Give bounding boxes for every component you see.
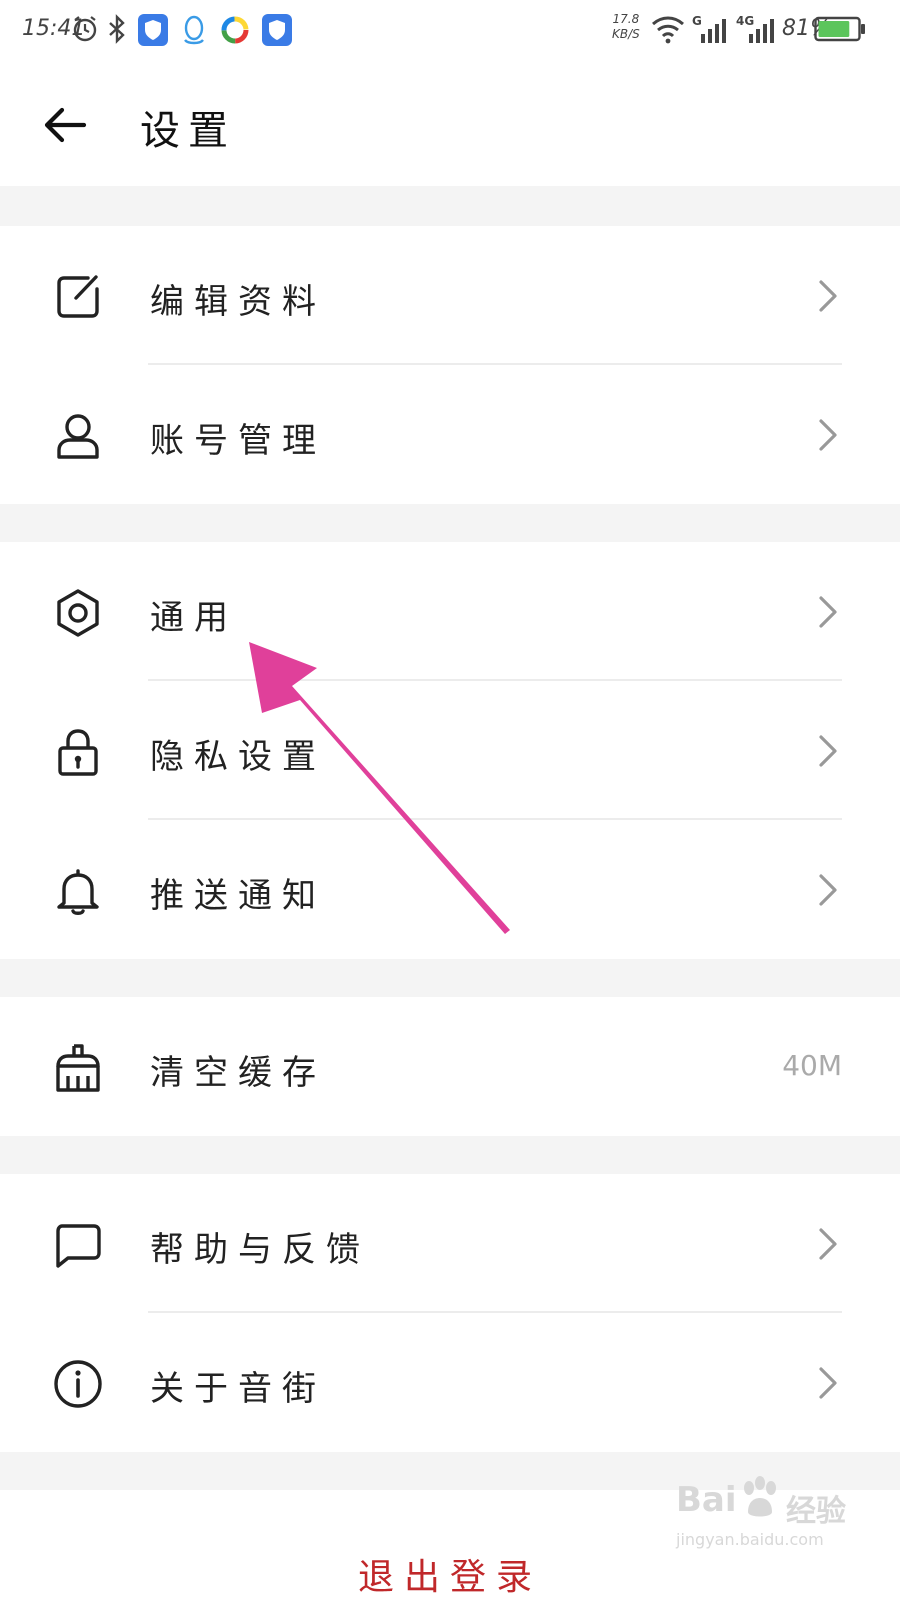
settings-row-general[interactable]: 通用	[0, 542, 900, 681]
watermark-brand: 经验	[786, 1494, 846, 1529]
chevron-right-icon	[819, 874, 837, 906]
user-icon	[57, 414, 99, 459]
settings-row-label: 账号管理	[150, 421, 326, 461]
battery-fill	[818, 21, 850, 37]
settings-row-push[interactable]: 推送通知	[0, 820, 900, 959]
settings-group-cache: 清空缓存 40M	[0, 997, 900, 1136]
settings-row-label: 关于音街	[150, 1369, 326, 1409]
chevron-right-icon	[819, 280, 837, 312]
chat-bubble-icon	[56, 1224, 101, 1268]
settings-group-profile: 编辑资料 账号管理	[0, 226, 900, 504]
chevron-right-icon	[819, 419, 837, 451]
cache-size-value: 40M	[782, 1049, 842, 1082]
shield-app-icon	[138, 14, 168, 46]
settings-row-label: 清空缓存	[150, 1053, 326, 1093]
settings-group-general: 通用 隐私设置 推送通知	[0, 542, 900, 959]
settings-row-label: 推送通知	[150, 876, 326, 916]
info-icon	[54, 1360, 102, 1408]
wifi-icon	[652, 16, 684, 44]
bluetooth-icon	[109, 14, 125, 44]
watermark-url: jingyan.baidu.com	[676, 1530, 824, 1549]
status-bar: 15:41 17.8 KB/S G 4G 81%	[0, 0, 900, 62]
shield-app-icon-2	[262, 14, 292, 46]
chevron-right-icon	[819, 735, 837, 767]
chevron-right-icon	[819, 1367, 837, 1399]
settings-row-account[interactable]: 账号管理	[0, 365, 900, 504]
battery-icon	[814, 16, 865, 42]
network-speed: 17.8 KB/S	[612, 12, 640, 42]
settings-row-label: 编辑资料	[150, 282, 326, 322]
network-speed-value: 17.8	[612, 12, 640, 26]
settings-row-edit-profile[interactable]: 编辑资料	[0, 226, 900, 365]
color-ring-app-icon	[221, 16, 249, 44]
settings-row-clear-cache[interactable]: 清空缓存 40M	[0, 997, 900, 1136]
app-header: 设置	[0, 62, 900, 186]
back-arrow-icon[interactable]	[40, 100, 90, 150]
watermark-logo: Bai	[676, 1480, 737, 1520]
chevron-right-icon	[819, 596, 837, 628]
settings-row-help-feedback[interactable]: 帮助与反馈	[0, 1174, 900, 1313]
settings-row-privacy[interactable]: 隐私设置	[0, 681, 900, 820]
alarm-icon	[73, 16, 97, 42]
settings-row-about[interactable]: 关于音街	[0, 1313, 900, 1452]
qq-icon	[184, 15, 204, 45]
settings-row-label: 通用	[150, 598, 238, 638]
chevron-right-icon	[819, 1228, 837, 1260]
settings-row-label: 帮助与反馈	[150, 1230, 370, 1270]
edit-icon	[57, 275, 99, 318]
page-title: 设置	[140, 108, 236, 154]
bell-icon	[57, 869, 99, 915]
network-speed-unit: KB/S	[612, 27, 640, 41]
broom-icon	[56, 1044, 100, 1092]
signal-bars-icon	[701, 19, 726, 43]
lock-icon	[58, 729, 98, 776]
baidu-jingyan-watermark: Bai 经验 jingyan.baidu.com	[676, 1472, 876, 1562]
settings-row-label: 隐私设置	[150, 737, 326, 777]
signal-strength-g-icon: G	[692, 14, 728, 48]
hexagon-settings-icon	[57, 589, 99, 637]
signal-bars-4g-icon	[749, 19, 774, 43]
paw-icon	[744, 1476, 776, 1517]
signal-strength-4g-icon: 4G	[736, 14, 776, 48]
settings-group-help: 帮助与反馈 关于音街	[0, 1174, 900, 1452]
